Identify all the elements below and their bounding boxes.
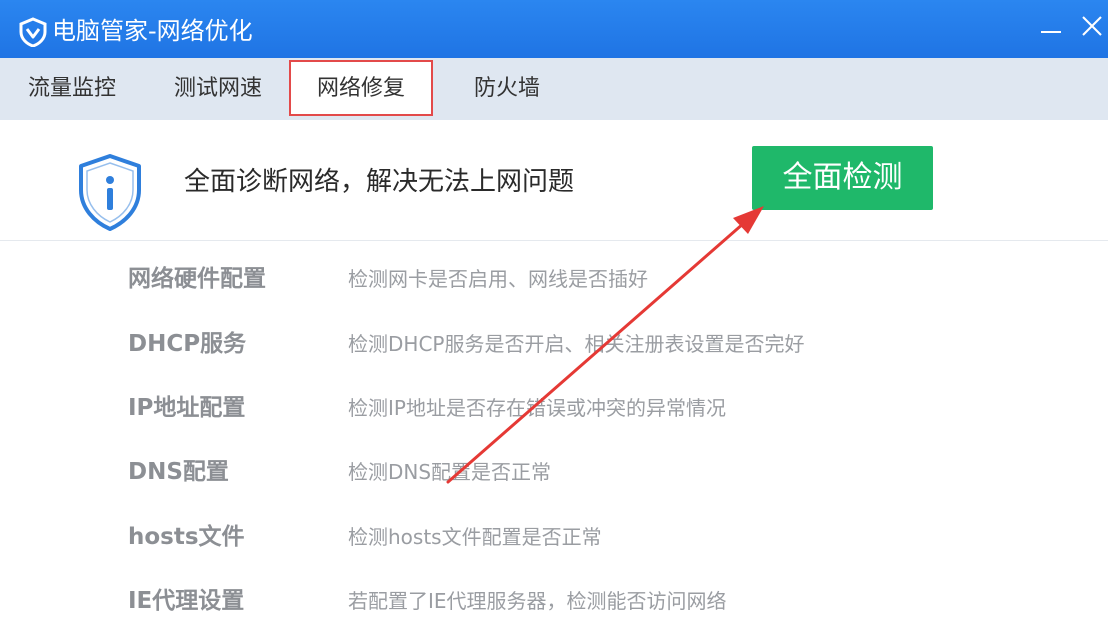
guard-logo-icon	[19, 17, 47, 47]
tab-network-repair[interactable]: 网络修复	[289, 60, 433, 116]
check-description: 检测IP地址是否存在错误或冲突的异常情况	[348, 396, 726, 420]
tab-label: 流量监控	[27, 76, 116, 101]
check-name: hosts文件	[128, 524, 245, 550]
tab-firewall[interactable]: 防火墙	[462, 58, 552, 120]
tab-label: 测试网速	[173, 76, 262, 101]
tab-label: 防火墙	[473, 76, 540, 101]
list-item: hosts文件 检测hosts文件配置是否正常	[0, 505, 1108, 569]
check-description: 检测DNS配置是否正常	[348, 460, 552, 484]
list-item: IE代理设置 若配置了IE代理服务器，检测能否访问网络	[0, 569, 1108, 625]
minimize-icon[interactable]	[1039, 14, 1063, 38]
check-description: 检测hosts文件配置是否正常	[348, 525, 602, 549]
tab-label: 网络修复	[316, 76, 405, 101]
check-description: 检测DHCP服务是否开启、相关注册表设置是否完好	[348, 332, 805, 356]
list-item: DHCP服务 检测DHCP服务是否开启、相关注册表设置是否完好	[0, 312, 1108, 376]
check-description: 检测网卡是否启用、网线是否插好	[348, 267, 648, 291]
check-name: 网络硬件配置	[128, 266, 266, 292]
check-name: IP地址配置	[128, 395, 246, 421]
list-item: DNS配置 检测DNS配置是否正常	[0, 440, 1108, 504]
check-name: DHCP服务	[128, 331, 247, 357]
check-description: 若配置了IE代理服务器，检测能否访问网络	[348, 589, 727, 613]
check-name: DNS配置	[128, 459, 229, 485]
tab-bar: 流量监控 测试网速 网络修复 防火墙	[0, 58, 1108, 120]
check-list: 网络硬件配置 检测网卡是否启用、网线是否插好 DHCP服务 检测DHCP服务是否…	[0, 241, 1108, 625]
list-item: IP地址配置 检测IP地址是否存在错误或冲突的异常情况	[0, 376, 1108, 440]
close-icon[interactable]	[1080, 14, 1104, 38]
diagnosis-header: 全面诊断网络，解决无法上网问题 全面检测	[0, 120, 1108, 241]
full-scan-button[interactable]: 全面检测	[752, 146, 933, 210]
check-name: IE代理设置	[128, 588, 245, 614]
list-item: 网络硬件配置 检测网卡是否启用、网线是否插好	[0, 247, 1108, 311]
tab-traffic-monitor[interactable]: 流量监控	[22, 58, 122, 120]
shield-info-icon	[79, 154, 141, 231]
header-description: 全面诊断网络，解决无法上网问题	[184, 167, 575, 197]
title-bar: 电脑管家-网络优化	[0, 0, 1108, 58]
window-title: 电脑管家-网络优化	[52, 17, 253, 45]
tab-speed-test[interactable]: 测试网速	[168, 58, 268, 120]
